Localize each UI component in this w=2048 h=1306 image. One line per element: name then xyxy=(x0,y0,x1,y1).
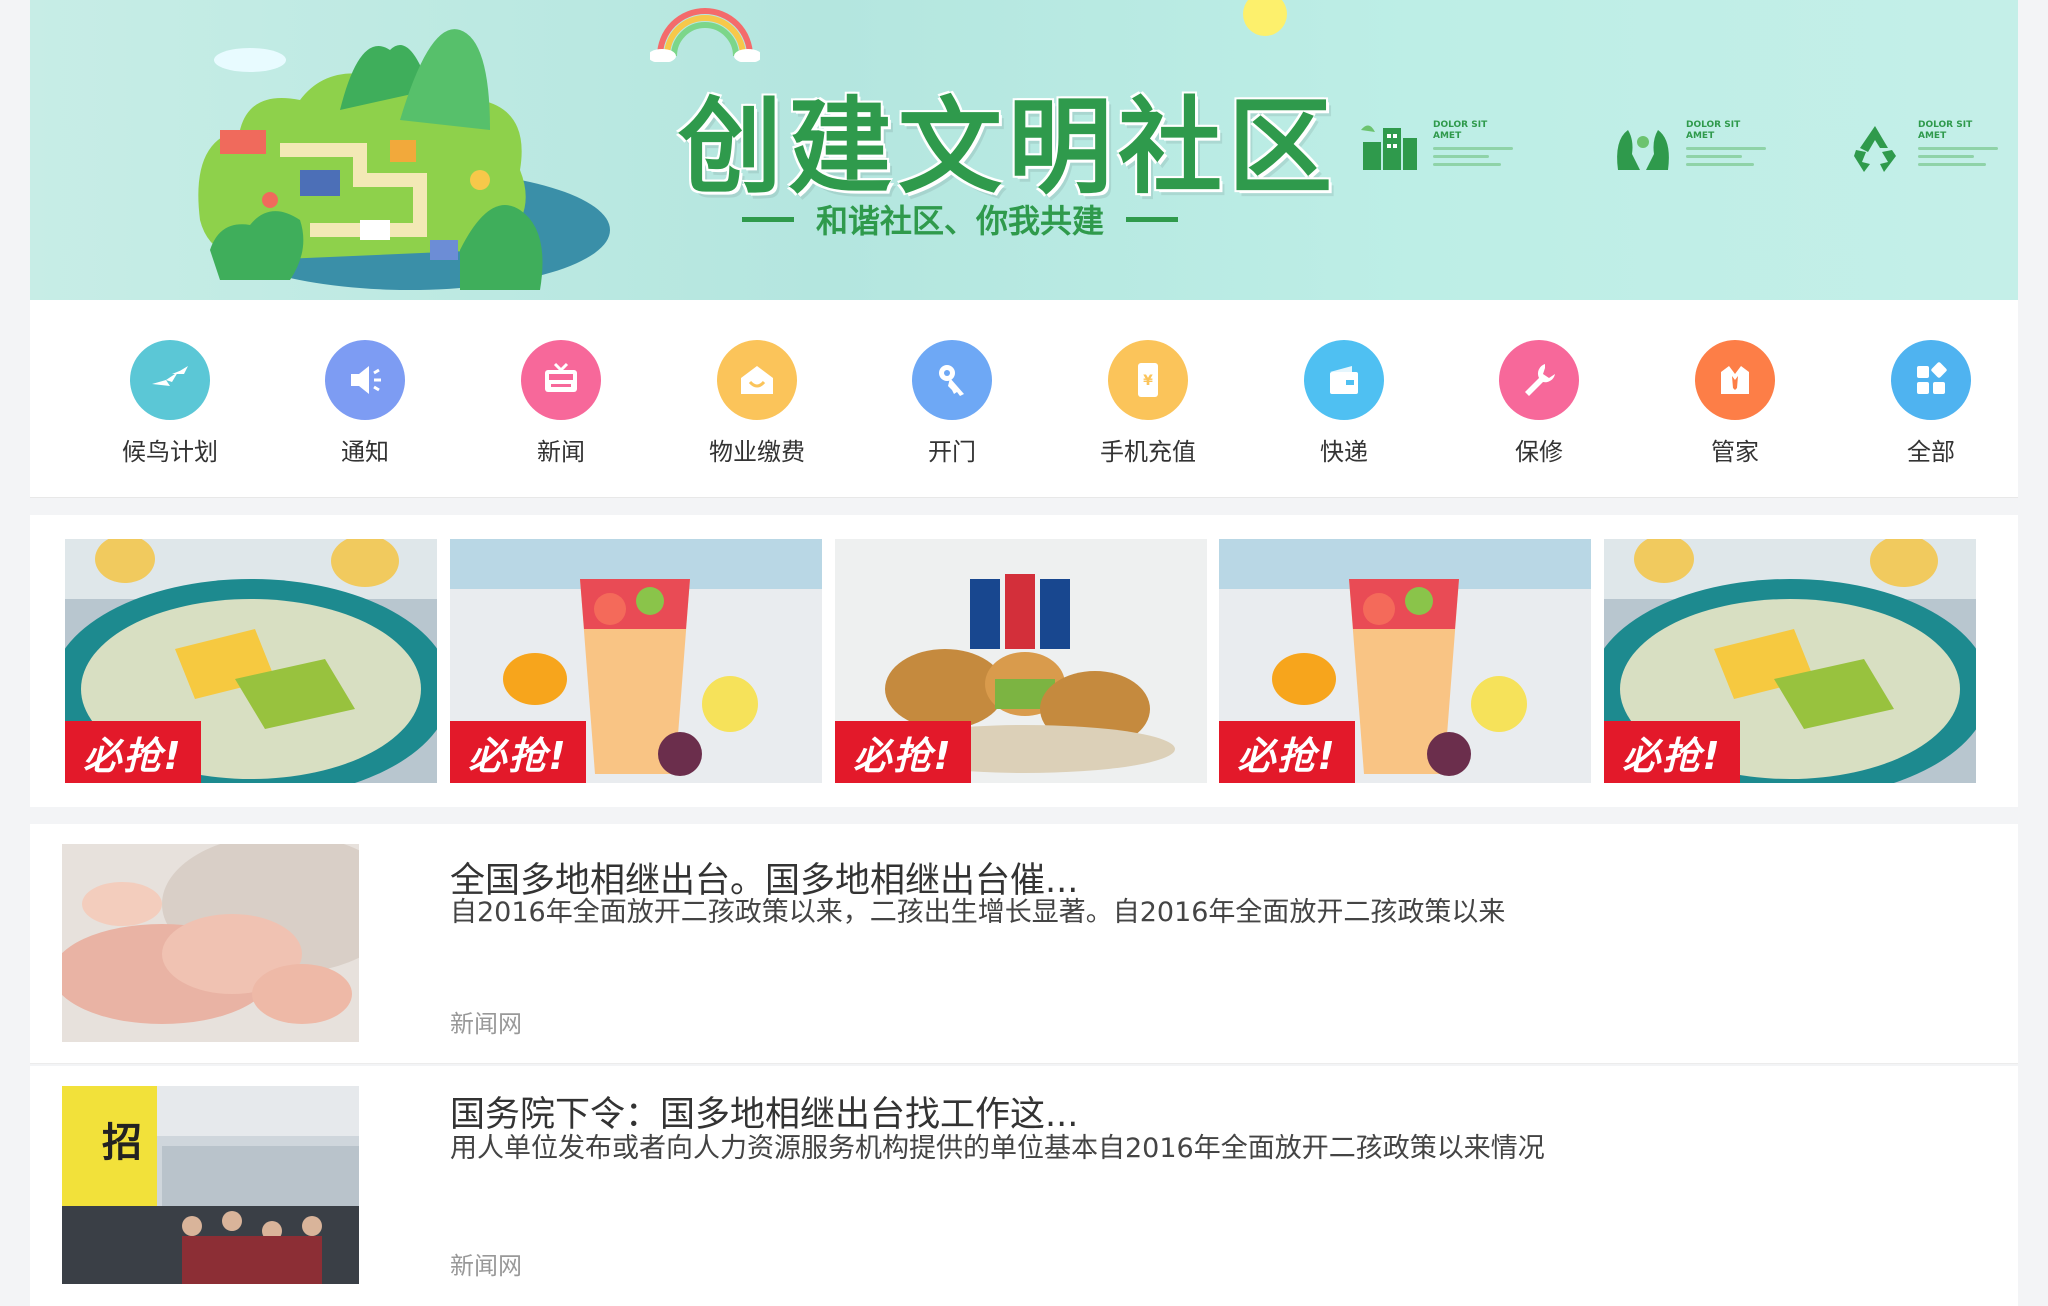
promo-strip: 必抢! 必抢! 必抢! 必抢! 必抢! xyxy=(30,515,2018,807)
badge-building: DOLOR SIT AMET xyxy=(1355,120,1513,176)
svg-text:¥: ¥ xyxy=(1143,373,1153,389)
service-label: 物业缴费 xyxy=(709,438,805,466)
job-fair-image: 招 xyxy=(62,1086,359,1284)
news-source: 新闻网 xyxy=(450,1010,522,1038)
wrench-icon xyxy=(1525,364,1555,396)
baby-feet-image xyxy=(62,844,359,1042)
page: 创建文明社区 和谐社区、你我共建 DOLOR SIT AMET DOLOR SI… xyxy=(30,0,2018,1306)
tv-news-icon xyxy=(545,362,577,392)
service-label: 手机充值 xyxy=(1100,438,1196,466)
service-all[interactable]: 全部 xyxy=(1866,340,1996,467)
service-icon-bg xyxy=(521,340,601,420)
service-open-door[interactable]: 开门 xyxy=(887,340,1017,467)
community-island-illustration xyxy=(198,29,610,290)
service-express[interactable]: 快递 xyxy=(1279,340,1409,467)
service-icon-bg xyxy=(717,340,797,420)
key-icon xyxy=(939,365,964,396)
recycle-icon xyxy=(1854,126,1896,172)
promo-tag: 必抢! xyxy=(65,721,201,783)
promo-tag: 必抢! xyxy=(1219,721,1355,783)
news-title[interactable]: 国务院下令：国多地相继出台找工作这... xyxy=(450,1086,1078,1137)
megaphone-icon xyxy=(351,366,381,394)
badge-text: DOLOR SIT AMET xyxy=(1918,120,1973,141)
service-icon-bg: ¥ xyxy=(1108,340,1188,420)
service-label: 通知 xyxy=(341,438,389,466)
service-icon-bg xyxy=(130,340,210,420)
badge-text: DOLOR SIT AMET xyxy=(1433,120,1488,141)
service-repair[interactable]: 保修 xyxy=(1474,340,1604,467)
service-icon-bg xyxy=(325,340,405,420)
promo-card[interactable]: 必抢! xyxy=(1604,539,1976,783)
news-description: 自2016年全面放开二孩政策以来，二孩出生增长显著。自2016年全面放开二孩政策… xyxy=(450,897,1506,928)
package-icon xyxy=(1330,366,1358,394)
sun-icon xyxy=(1243,0,1287,36)
dash-left xyxy=(742,216,794,222)
grid-icon xyxy=(1917,362,1947,394)
service-icon-bg xyxy=(1304,340,1384,420)
promo-tag: 必抢! xyxy=(1604,721,1740,783)
news-item[interactable]: 全国多地相继出台。国多地相继出台催... 自2016年全面放开二孩政策以来，二孩… xyxy=(30,824,2018,1064)
news-source: 新闻网 xyxy=(450,1252,522,1280)
banner-subtitle-text: 和谐社区、你我共建 xyxy=(816,202,1105,240)
phone-icon: ¥ xyxy=(1138,363,1158,397)
service-news[interactable]: 新闻 xyxy=(496,340,626,467)
banner-title: 创建文明社区 xyxy=(678,86,1339,208)
promo-tag: 必抢! xyxy=(835,721,971,783)
service-butler[interactable]: 管家 xyxy=(1670,340,1800,467)
badge-hands: DOLOR SIT AMET xyxy=(1608,120,1766,176)
building-icon xyxy=(1361,125,1417,170)
service-label: 管家 xyxy=(1711,438,1759,466)
service-label: 开门 xyxy=(928,438,976,466)
service-property-fee[interactable]: 物业缴费 xyxy=(692,340,822,467)
svg-text:招: 招 xyxy=(102,1120,142,1166)
service-label: 新闻 xyxy=(537,438,585,466)
hands-icon xyxy=(1617,130,1669,170)
service-icon-bg xyxy=(912,340,992,420)
dash-right xyxy=(1126,216,1179,222)
service-label: 保修 xyxy=(1515,438,1563,466)
service-icon-bg xyxy=(1499,340,1579,420)
service-phone-topup[interactable]: ¥ 手机充值 xyxy=(1083,340,1213,467)
service-label: 候鸟计划 xyxy=(122,438,218,466)
badge-text: DOLOR SIT AMET xyxy=(1686,120,1741,141)
promo-tag: 必抢! xyxy=(450,721,586,783)
service-icon-bg xyxy=(1891,340,1971,420)
birds-icon xyxy=(152,366,188,386)
promo-card[interactable]: 必抢! xyxy=(1219,539,1591,783)
hero-banner[interactable]: 创建文明社区 和谐社区、你我共建 DOLOR SIT AMET DOLOR SI… xyxy=(30,0,2018,300)
promo-card[interactable]: 必抢! xyxy=(835,539,1207,783)
house-icon xyxy=(741,366,773,394)
service-label: 全部 xyxy=(1907,438,1955,466)
promo-card[interactable]: 必抢! xyxy=(65,539,437,783)
news-description: 用人单位发布或者向人力资源服务机构提供的单位基本自2016年全面放开二孩政策以来… xyxy=(450,1133,1545,1164)
service-icon-bg xyxy=(1695,340,1775,420)
service-notice[interactable]: 通知 xyxy=(300,340,430,467)
news-item[interactable]: 招 国务院下令：国多地相继出台找工作这... 用人单位发布或者向人力资源服务机构… xyxy=(30,1066,2018,1306)
banner-subtitle: 和谐社区、你我共建 xyxy=(742,196,1179,242)
service-houniao[interactable]: 候鸟计划 xyxy=(105,340,235,467)
service-label: 快递 xyxy=(1320,438,1368,466)
butler-icon xyxy=(1721,366,1749,394)
services-grid: 候鸟计划 通知 新闻 物业缴费 开门 ¥ 手机充值 快递 保修 管家 全部 xyxy=(30,300,2018,498)
promo-card[interactable]: 必抢! xyxy=(450,539,822,783)
rainbow-icon xyxy=(650,8,760,62)
badge-recycle: DOLOR SIT AMET xyxy=(1840,120,1998,176)
